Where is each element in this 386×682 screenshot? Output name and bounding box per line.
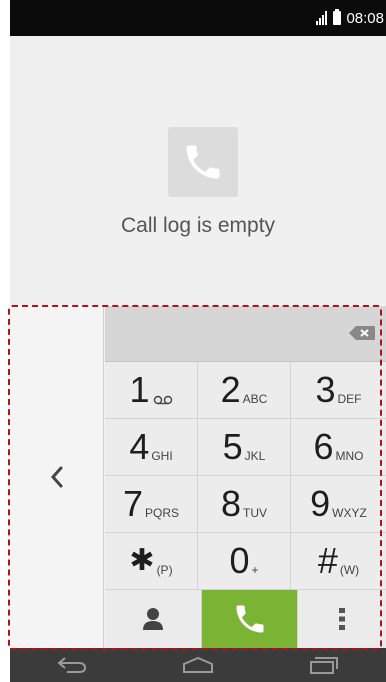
key-3[interactable]: 3 DEF [291, 362, 386, 419]
phone-handset-icon [168, 127, 238, 197]
chevron-left-icon [50, 466, 62, 488]
voicemail-icon [153, 395, 172, 405]
digits-display[interactable] [105, 306, 386, 362]
navigation-bar [10, 648, 386, 682]
key-2[interactable]: 2 ABC [198, 362, 291, 419]
battery-icon [333, 9, 342, 25]
key-5[interactable]: 5 JKL [198, 419, 291, 476]
signal-bars-icon [316, 11, 328, 25]
key-hash[interactable]: # (W) [291, 533, 386, 590]
back-icon[interactable] [57, 656, 87, 674]
key-7[interactable]: 7 PQRS [105, 476, 198, 533]
backspace-icon [349, 326, 375, 340]
key-6[interactable]: 6 MNO [291, 419, 386, 476]
contacts-button[interactable] [105, 590, 202, 648]
key-4[interactable]: 4 GHI [105, 419, 198, 476]
key-0[interactable]: 0 + [198, 533, 291, 590]
key-8[interactable]: 8 TUV [198, 476, 291, 533]
backspace-button[interactable] [346, 324, 376, 342]
person-icon [143, 608, 163, 630]
dialer-action-row [105, 590, 386, 648]
dialer-collapse-button[interactable] [10, 306, 104, 648]
overflow-menu-button[interactable] [297, 590, 386, 648]
more-vertical-icon [339, 608, 345, 630]
empty-message: Call log is empty [120, 214, 276, 237]
recents-icon[interactable] [309, 656, 339, 674]
status-bar: 08:08 [10, 0, 386, 36]
call-log-panel: Call log is empty [10, 36, 386, 304]
status-time: 08:08 [346, 9, 384, 27]
key-1[interactable]: 1 [105, 362, 198, 419]
phone-call-icon [236, 605, 263, 633]
dialpad: 1 2 ABC 3 DEF 4 GHI 5 JKL 6 MNO 7 PQRS 8… [105, 362, 386, 590]
call-button[interactable] [202, 590, 297, 648]
home-icon[interactable] [182, 656, 214, 674]
key-star[interactable]: ✱ (P) [105, 533, 198, 590]
key-9[interactable]: 9 WXYZ [291, 476, 386, 533]
page-edge [0, 0, 10, 682]
